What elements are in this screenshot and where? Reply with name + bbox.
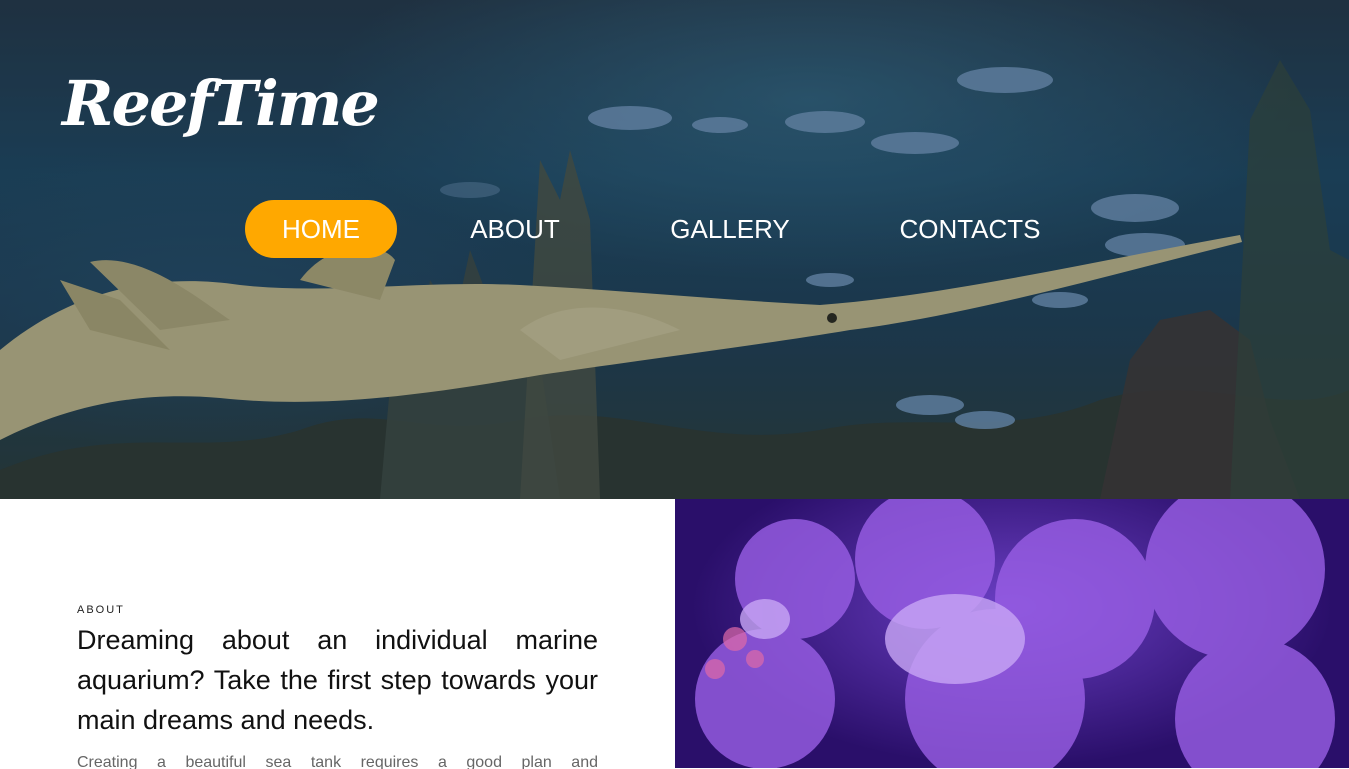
about-text: Creating a beautiful sea tank requires a… <box>77 754 598 769</box>
logo[interactable]: ReefTime <box>62 58 380 150</box>
nav-about[interactable]: ABOUT <box>450 200 580 258</box>
about-eyebrow: ABOUT <box>77 604 125 616</box>
nav-home[interactable]: HOME <box>245 200 397 258</box>
about-title: Dreaming about an individual marine aqua… <box>77 625 598 735</box>
hero-section: ReefTime HOME ABOUT GALLERY CONTACTS <box>0 0 1349 499</box>
nav-gallery[interactable]: GALLERY <box>655 200 805 258</box>
coral-image <box>675 499 1349 768</box>
nav-contacts[interactable]: CONTACTS <box>885 200 1055 258</box>
about-section: ABOUT Dreaming about an individual marin… <box>0 499 675 769</box>
